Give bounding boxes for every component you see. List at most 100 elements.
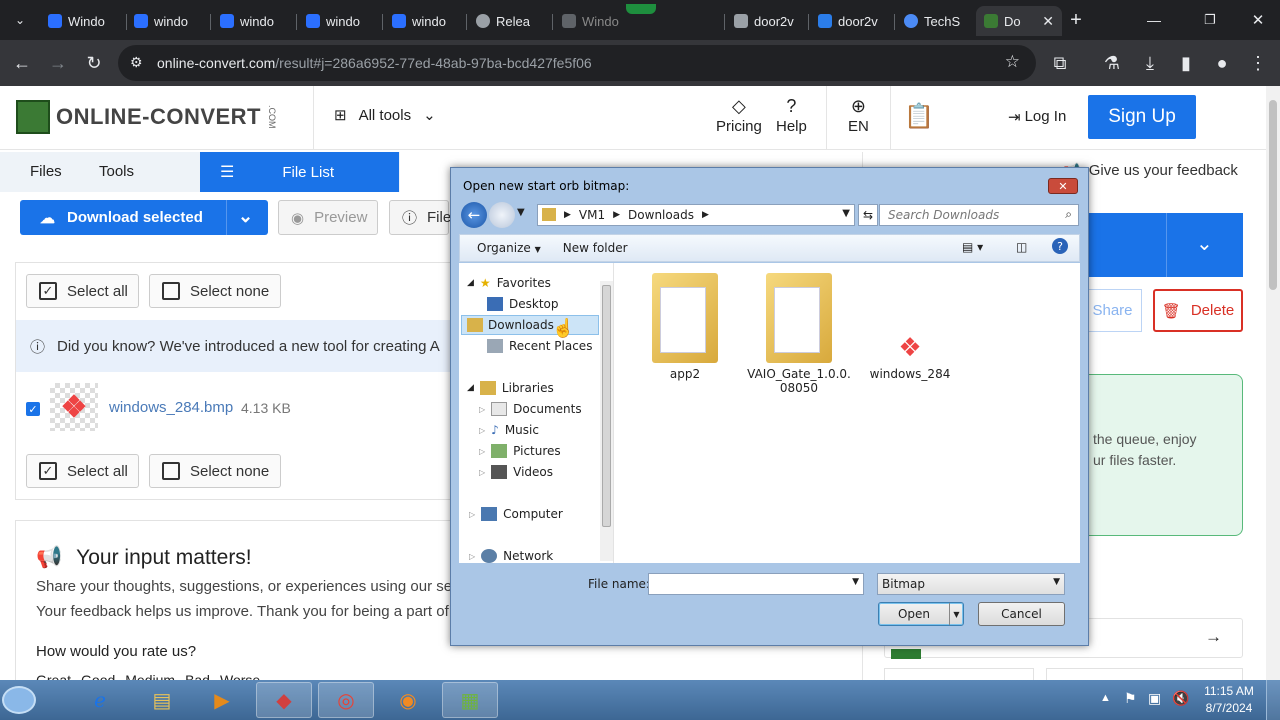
cancel-button[interactable]: Cancel <box>978 602 1065 626</box>
breadcrumb-downloads[interactable]: Downloads <box>628 208 694 222</box>
minimize-window-icon[interactable]: — <box>1140 6 1168 34</box>
recent-locations-chevron-icon[interactable]: ▼ <box>517 207 525 218</box>
dialog-close-button[interactable]: ✕ <box>1048 178 1078 194</box>
tree-music[interactable]: ▷ ♪ Music <box>479 423 539 437</box>
system-clock[interactable]: 11:15 AM 8/7/2024 <box>1198 684 1260 715</box>
browser-tab[interactable]: Relea <box>468 8 552 34</box>
preview-button[interactable]: ◉ Preview <box>278 200 378 235</box>
language-selector[interactable]: ⊕ EN <box>848 96 869 135</box>
site-info-icon[interactable]: ⚙ <box>130 54 143 71</box>
app-taskbar-icon[interactable]: ▦ <box>442 682 498 718</box>
breadcrumb-vm1[interactable]: VM1 <box>579 208 605 222</box>
close-tab-icon[interactable]: ✕ <box>1042 13 1054 30</box>
tree-computer[interactable]: ▷ Computer <box>469 507 563 521</box>
scrollbar-thumb[interactable] <box>1269 100 1277 290</box>
firefox-icon[interactable]: ◉ <box>380 682 436 718</box>
select-all-button[interactable]: ✓ Select all <box>26 274 139 308</box>
tree-videos[interactable]: ▷ Videos <box>479 465 553 479</box>
preview-pane-icon[interactable]: ◫ <box>1016 240 1027 254</box>
site-logo[interactable]: ONLINE-CONVERT .COM <box>16 100 277 134</box>
browser-tab[interactable]: Windo <box>40 8 124 34</box>
file-item-vaio-gate[interactable]: VAIO_Gate_1.0.0. 08050 <box>746 273 852 395</box>
sign-up-button[interactable]: Sign Up <box>1088 95 1196 139</box>
file-name-input[interactable]: ▼ <box>648 573 864 595</box>
show-desktop-button[interactable] <box>1266 680 1280 720</box>
clipboard-clock-icon[interactable]: 📋 <box>904 102 934 131</box>
organize-button[interactable]: Organize ▼ <box>477 241 541 255</box>
volume-muted-icon[interactable]: 🔇 <box>1172 690 1189 707</box>
search-downloads-input[interactable]: Search Downloads ⌕ <box>879 204 1079 226</box>
side-panel-icon[interactable]: ▮ <box>1172 49 1200 77</box>
file-item-windows-284[interactable]: ❖ windows_284 <box>860 333 960 381</box>
tab-file-list[interactable]: ☰ File List <box>200 152 399 192</box>
chevron-down-icon[interactable]: ▼ <box>852 577 859 587</box>
browser-tab[interactable]: windo <box>384 8 468 34</box>
scrollbar-thumb[interactable] <box>602 285 611 527</box>
browser-tab[interactable]: TechS <box>896 8 980 34</box>
bookmark-star-icon[interactable]: ☆ <box>1005 52 1020 72</box>
file-info-button[interactable]: ⓘ File <box>389 200 451 235</box>
reload-icon[interactable]: ↻ <box>80 49 108 77</box>
start-button[interactable] <box>2 686 36 714</box>
share-button[interactable]: Share <box>1084 289 1142 332</box>
browser-tab[interactable]: windo <box>298 8 382 34</box>
app-taskbar-icon[interactable]: ◆ <box>256 682 312 718</box>
tree-network[interactable]: ▷ Network <box>469 549 553 563</box>
profile-avatar-icon[interactable]: ● <box>1208 49 1236 77</box>
close-window-icon[interactable]: ✕ <box>1244 6 1272 34</box>
tree-favorites[interactable]: ◢ ★ Favorites <box>467 276 551 290</box>
labs-flask-icon[interactable]: ⚗ <box>1098 49 1126 77</box>
tree-documents[interactable]: ▷ Documents <box>479 402 582 416</box>
browser-tab[interactable]: Windo <box>554 8 638 34</box>
help-link[interactable]: ? Help <box>776 96 807 135</box>
page-scrollbar[interactable] <box>1266 86 1280 680</box>
chevron-down-icon[interactable]: ⌄ <box>238 206 253 227</box>
tree-pictures[interactable]: ▷ Pictures <box>479 444 561 458</box>
new-tab-button[interactable]: + <box>1062 6 1090 34</box>
file-type-select[interactable]: Bitmap ▼ <box>877 573 1065 595</box>
tab-files[interactable]: Files <box>30 163 62 180</box>
internet-explorer-icon[interactable]: ℯ <box>72 682 128 718</box>
delete-button[interactable]: 🗑 Delete <box>1153 289 1243 332</box>
back-arrow-icon[interactable]: ← <box>461 202 487 228</box>
open-button[interactable]: Open ▼ <box>878 602 964 626</box>
tree-scrollbar[interactable] <box>600 281 613 561</box>
browser-tab[interactable]: windo <box>212 8 296 34</box>
action-center-flag-icon[interactable]: ⚑ <box>1124 690 1137 707</box>
address-breadcrumb[interactable]: ▶ VM1 ▶ Downloads ▶ ▼ <box>537 204 855 226</box>
browser-tab-active[interactable]: Do ✕ <box>976 6 1062 36</box>
file-name-link[interactable]: windows_284.bmp <box>109 399 233 416</box>
browser-tab[interactable]: door2v <box>810 8 894 34</box>
rating-option[interactable]: Medium <box>125 672 175 680</box>
browser-tab[interactable]: door2v <box>726 8 810 34</box>
tree-downloads-selected[interactable]: Downloads <box>461 315 599 335</box>
file-checkbox[interactable]: ✓ <box>26 402 40 416</box>
file-explorer-icon[interactable]: ▤ <box>134 682 190 718</box>
chevron-down-icon[interactable]: ▼ <box>842 208 850 219</box>
chrome-icon[interactable]: ◎ <box>318 682 374 718</box>
rating-option[interactable]: Great <box>36 672 71 680</box>
select-none-button-bottom[interactable]: Select none <box>149 454 281 488</box>
rating-option[interactable]: Good <box>81 672 115 680</box>
forward-arrow-icon[interactable] <box>489 202 515 228</box>
menu-kebab-icon[interactable]: ⋮ <box>1244 49 1272 77</box>
tree-desktop[interactable]: Desktop <box>487 297 559 311</box>
refresh-icon[interactable]: ⇆ <box>858 204 878 226</box>
downloads-icon[interactable]: ⤓ <box>1136 49 1164 77</box>
pricing-link[interactable]: ◇ Pricing <box>716 96 762 135</box>
tree-recent-places[interactable]: Recent Places <box>487 339 592 353</box>
tab-search-chevron-icon[interactable]: ⌄ <box>6 6 34 34</box>
view-options-icon[interactable]: ▤ ▾ <box>962 240 983 254</box>
login-link[interactable]: ⇥ Log In <box>1008 108 1066 126</box>
all-tools-menu[interactable]: ⊞ All tools ⌄ <box>334 106 436 125</box>
help-icon[interactable]: ? <box>1052 238 1068 254</box>
download-all-button[interactable]: ⌄ <box>1084 213 1243 277</box>
network-icon[interactable]: ▣ <box>1148 690 1161 707</box>
extensions-icon[interactable]: ⧉ <box>1046 49 1074 77</box>
media-player-icon[interactable]: ▶ <box>194 682 250 718</box>
tab-tools[interactable]: Tools <box>99 163 134 180</box>
select-none-button[interactable]: Select none <box>149 274 281 308</box>
new-folder-button[interactable]: New folder <box>563 241 628 255</box>
restore-window-icon[interactable]: ❐ <box>1196 6 1224 34</box>
chevron-down-icon[interactable]: ▼ <box>949 603 963 625</box>
